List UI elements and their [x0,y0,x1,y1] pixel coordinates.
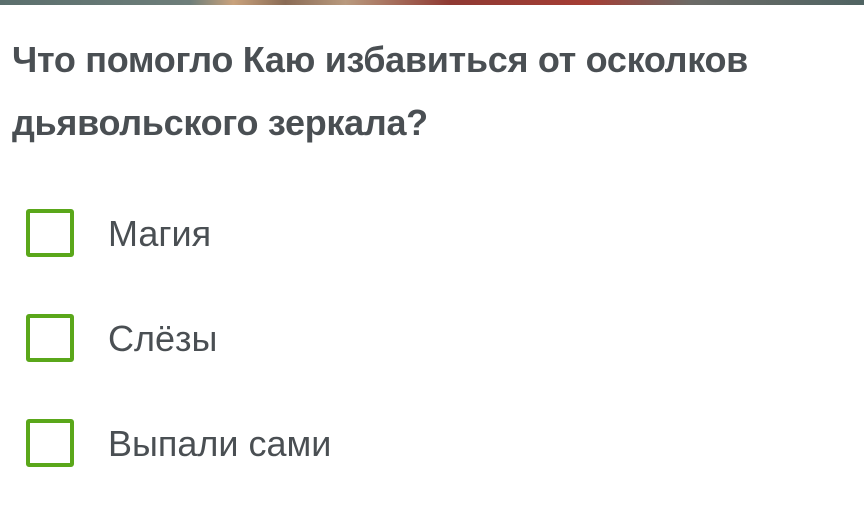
answer-option-label: Слёзы [108,318,218,359]
answer-option-tears[interactable]: Слёзы [0,285,864,390]
quiz-page: Что помогло Каю избавиться от осколков д… [0,0,864,515]
checkbox[interactable] [26,209,74,257]
answer-option-fell-out[interactable]: Выпали сами [0,390,864,495]
checkbox[interactable] [26,419,74,467]
answer-options: Магия Слёзы Выпали сами [0,180,864,495]
header-image-strip [0,0,864,5]
answer-option-label: Выпали сами [108,423,332,464]
question-title: Что помогло Каю избавиться от осколков д… [12,39,748,143]
answer-option-magic[interactable]: Магия [0,180,864,285]
checkbox[interactable] [26,314,74,362]
answer-option-label: Магия [108,213,212,254]
